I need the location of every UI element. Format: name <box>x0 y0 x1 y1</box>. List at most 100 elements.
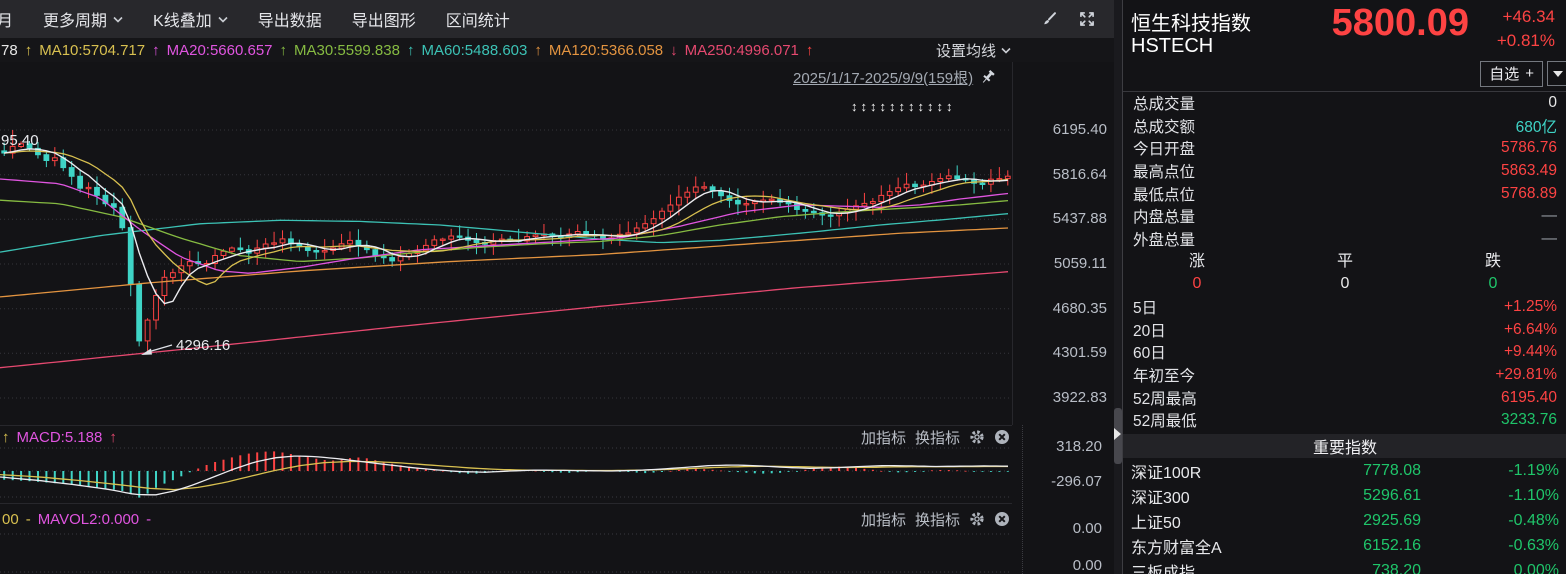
stat-row: 总成交量 0 <box>1133 92 1557 115</box>
toolbar-item-0[interactable]: 月 <box>0 7 13 31</box>
toolbar-item-4[interactable]: 导出图形 <box>352 7 416 31</box>
main-chart[interactable]: 95.40 4296.16 <box>0 62 1012 425</box>
index-name: 恒生科技指数 <box>1131 13 1251 35</box>
index-row[interactable]: 东方财富全A 6152.16 -0.63% <box>1131 533 1559 558</box>
index-row[interactable]: 深证100R 7778.08 -1.19% <box>1131 458 1559 483</box>
stat-row-label: 外盘总量 <box>1133 231 1196 249</box>
date-range-label[interactable]: 2025/1/17-2025/9/9(159根) <box>793 67 973 88</box>
macd-value-token: MACD:5.188 <box>16 428 103 446</box>
stat-row-value: 5786.76 <box>1500 139 1557 157</box>
important-indices-header: 重要指数 <box>1123 434 1566 458</box>
toolbar-item-label: 月 <box>0 13 14 30</box>
quote-side-panel: 恒生科技指数 HSTECH 5800.09 +46.34 +0.81% 自选 + … <box>1122 0 1566 574</box>
switch-indicator-button[interactable]: 换指标 <box>915 509 960 530</box>
period-row: 60日 +9.44% <box>1133 341 1557 364</box>
trading-app-window: 月 更多周期 K线叠加 导出数据 导出图形 区间统计 78 ↑ MA10:5704.717 ↑ M… <box>0 0 1566 574</box>
stat-row: 内盘总量 — <box>1133 205 1557 228</box>
period-row: 20日 +6.64% <box>1133 319 1557 342</box>
period-row: 5日 +1.25% <box>1133 296 1557 319</box>
close-icon[interactable] <box>994 511 1010 527</box>
sub-panel-grid-divider <box>1022 425 1023 574</box>
toolbar-item-5[interactable]: 区间统计 <box>446 7 510 31</box>
stat-row: 今日开盘 5786.76 <box>1133 137 1557 160</box>
fullscreen-expand-icon[interactable] <box>1078 10 1096 28</box>
index-row[interactable]: 深证300 5296.61 -1.10% <box>1131 483 1559 508</box>
gear-icon[interactable] <box>969 511 985 527</box>
ma-value-token: ↑ <box>152 41 160 59</box>
ma-value-token: MA250:4996.071 <box>684 41 799 59</box>
price-change: +46.34 <box>1502 7 1555 26</box>
stat-row: 最低点位 5768.89 <box>1133 182 1557 205</box>
stat-row-value: 5863.49 <box>1500 162 1557 180</box>
volume-panel[interactable]: 00- MAVOL2:0.000- 加指标 换指标 <box>0 503 1012 574</box>
gear-icon[interactable] <box>969 429 985 445</box>
toolbar-item-2[interactable]: K线叠加 <box>153 7 228 31</box>
ma-value-token: ↑ <box>805 41 814 59</box>
stat-row: 总成交额 680亿 <box>1133 115 1557 138</box>
ma-value-token: MA30:5599.838 <box>294 41 400 59</box>
period-row: 52周最低 3233.76 <box>1133 409 1557 432</box>
toolbar-item-label: K线叠加 <box>153 13 212 30</box>
toolbar-item-3[interactable]: 导出数据 <box>258 7 322 31</box>
index-row[interactable]: 上证50 2925.69 -0.48% <box>1131 508 1559 533</box>
stat-row: 最高点位 5863.49 <box>1133 160 1557 183</box>
stat-row-value: 0 <box>1548 94 1557 112</box>
period-row-value: +6.64% <box>1503 320 1557 338</box>
period-row-label: 20日 <box>1133 322 1166 340</box>
price-axis: 6195.40 5816.64 5437.88 5059.11 4680.35 4301.… <box>1012 62 1115 425</box>
price-axis-label: 5437.88 <box>1052 210 1107 228</box>
add-indicator-button[interactable]: 加指标 <box>861 509 906 530</box>
ma-value-token: MA60:5488.603 <box>421 41 528 59</box>
stat-row-label: 最低点位 <box>1133 186 1196 204</box>
period-row-label: 52周最高 <box>1133 390 1197 408</box>
collapse-panel-arrow-icon[interactable] <box>1114 428 1121 440</box>
period-row-label: 5日 <box>1133 300 1158 318</box>
important-indices-list: 深证100R 7778.08 -1.19% 深证300 5296.61 -1.10% 上证5… <box>1131 458 1559 574</box>
ma-values-bar: 78 ↑ MA10:5704.717 ↑ MA20:5660.657 ↑ MA30:5599… <box>0 38 1123 62</box>
period-row-label: 60日 <box>1133 345 1166 363</box>
macd-value-token: ↑ <box>2 428 10 446</box>
add-indicator-button[interactable]: 加指标 <box>861 427 906 448</box>
ma-value-token: ↑ <box>534 41 542 59</box>
ma-value-token: MA20:5660.657 <box>166 41 273 59</box>
volume-axis-bottom: 0.00 <box>1072 557 1102 574</box>
ma-value-token: ↓ <box>670 41 678 59</box>
stat-row-value: — <box>1541 229 1558 247</box>
price-change-percent: +0.81% <box>1496 31 1555 50</box>
quote-header: 恒生科技指数 HSTECH 5800.09 +46.34 +0.81% 自选 + <box>1123 0 1566 92</box>
ma-value-token: MA120:5366.058 <box>548 41 664 59</box>
period-row-value: +1.25% <box>1503 298 1557 316</box>
mavol-value-token: MAVOL2:0.000 <box>37 510 140 528</box>
toolbar-item-label: 更多周期 <box>43 13 108 30</box>
stat-row: 外盘总量 — <box>1133 228 1557 251</box>
macd-panel[interactable]: ↑ MACD:5.188 ↑ 加指标 换指标 <box>0 425 1012 504</box>
stat-row-label: 最高点位 <box>1133 164 1196 182</box>
close-icon[interactable] <box>994 429 1010 445</box>
chevron-down-icon <box>113 16 123 23</box>
ma-value-token: MA10:5704.717 <box>39 41 146 59</box>
advdec-col: 涨0 <box>1188 253 1205 292</box>
stat-row-value: 680亿 <box>1515 118 1557 136</box>
ma-value-token: 78 <box>1 41 18 59</box>
chart-side-scrollbar[interactable] <box>1114 0 1122 574</box>
quote-stats: 总成交量 0 总成交额 680亿今日开盘 5786.76 最高点位 5863.49 最低点位 5… <box>1133 92 1557 250</box>
macd-axis-bottom: -296.07 <box>1051 473 1102 490</box>
ma-value-token: ↑ <box>24 41 33 59</box>
stat-row-label: 今日开盘 <box>1133 141 1196 159</box>
switch-indicator-button[interactable]: 换指标 <box>915 427 960 448</box>
pin-icon[interactable] <box>979 69 996 86</box>
macd-value-token: ↑ <box>109 428 117 446</box>
stat-row-label: 内盘总量 <box>1133 209 1196 227</box>
period-row: 年初至今 +29.81% <box>1133 364 1557 387</box>
watchlist-dropdown-button[interactable] <box>1547 61 1566 86</box>
panel-resize-handle[interactable]: ↕↕↕↕↕↕↕↕↕↕↕ <box>851 99 956 114</box>
draw-brush-icon[interactable] <box>1041 11 1058 28</box>
date-range-link[interactable]: 2025/1/17-2025/9/9(159根) <box>793 67 996 88</box>
price-axis-label: 6195.40 <box>1052 121 1107 138</box>
index-row[interactable]: 三板成指 738.20 0.00% <box>1131 558 1559 574</box>
stat-row-value: 5768.89 <box>1500 184 1557 202</box>
toolbar-item-1[interactable]: 更多周期 <box>43 7 123 31</box>
ma-settings-button[interactable]: 设置均线 <box>936 40 1011 61</box>
add-watchlist-button[interactable]: 自选 + <box>1480 61 1543 87</box>
ma-value-token: ↑ <box>279 41 288 59</box>
